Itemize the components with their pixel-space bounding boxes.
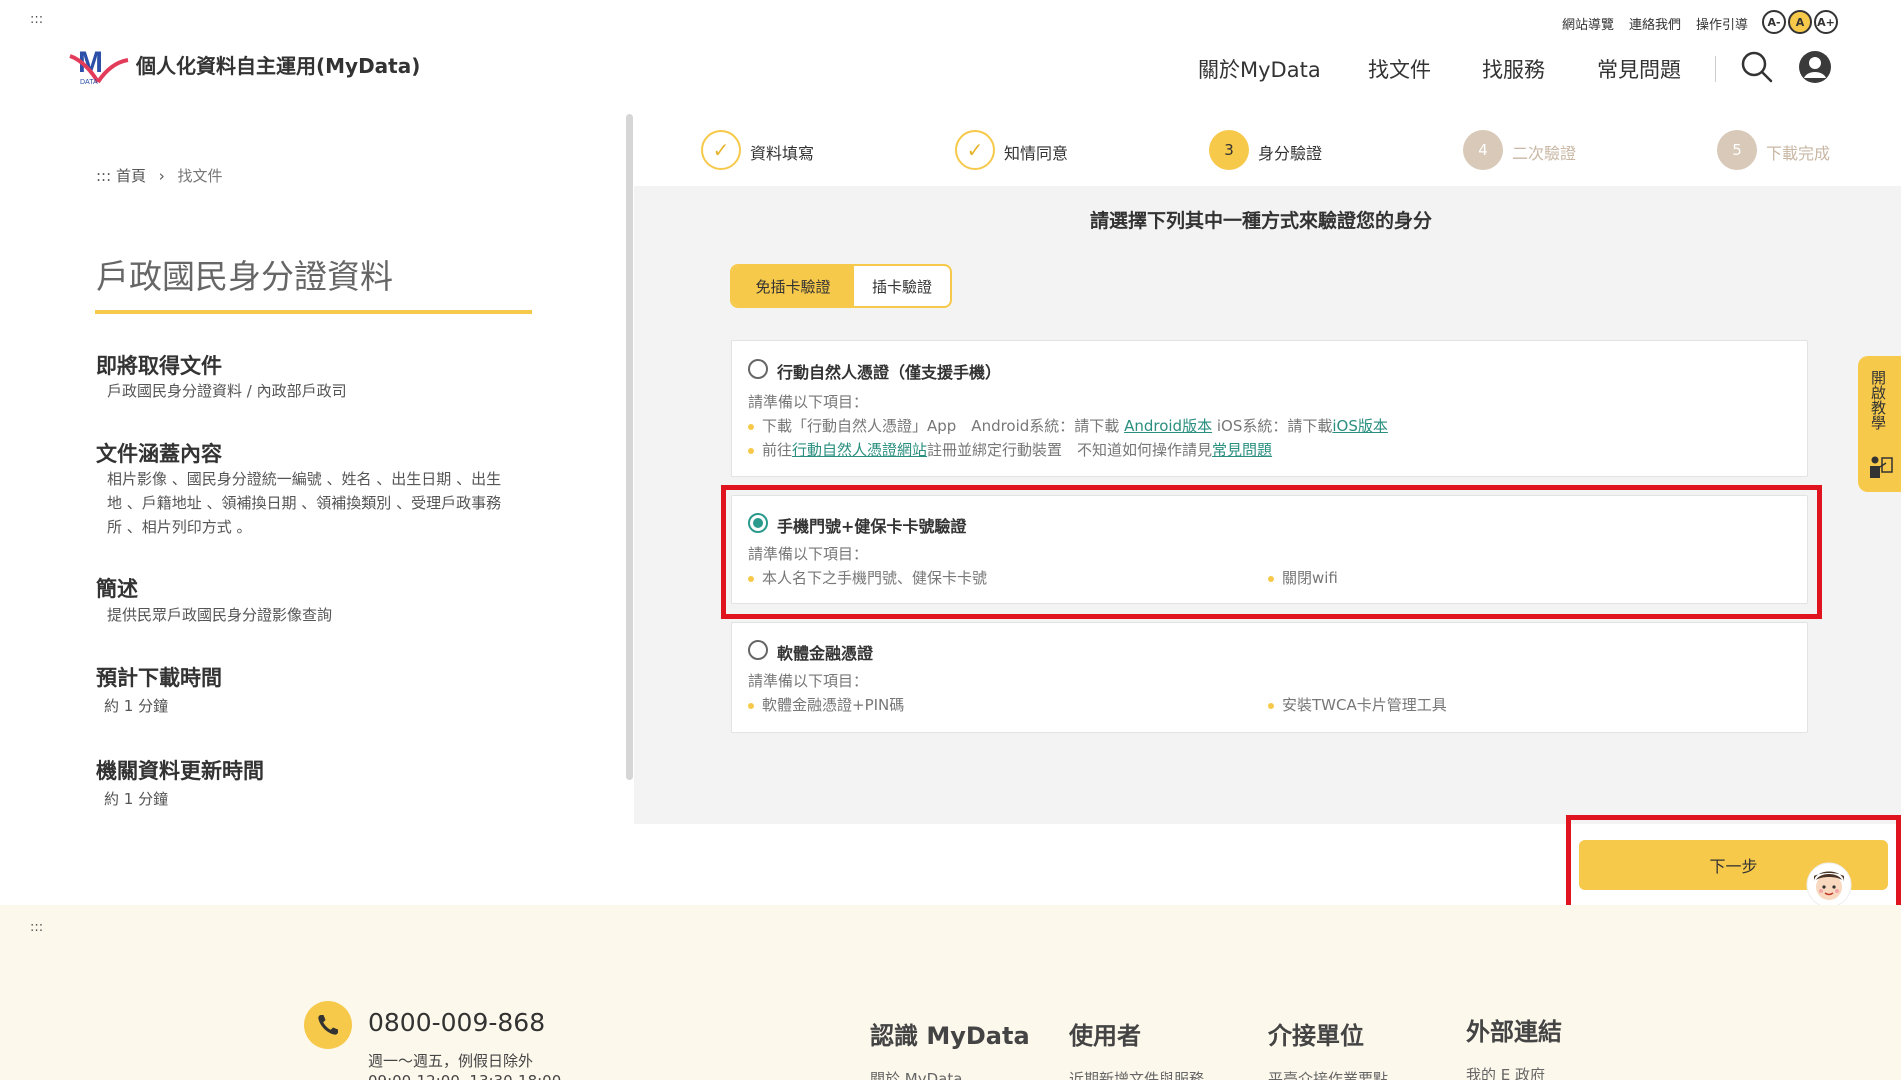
site-title[interactable]: 個人化資料自主運用(MyData): [136, 50, 420, 79]
nav-divider: [1715, 56, 1716, 82]
android-version-link[interactable]: Android版本: [1124, 417, 1212, 435]
step-2-label: 知情同意: [1004, 144, 1069, 163]
open-tutorial-tab[interactable]: 開啟教學: [1858, 356, 1901, 492]
section-heading-contents: 文件涵蓋內容: [96, 442, 222, 466]
section-text-contents-2: 地 、戶籍地址 、領補換日期 、領補換類別 、受理戶政事務: [107, 494, 502, 512]
site-logo[interactable]: M DATA: [68, 42, 130, 86]
section-text-documents: 戶政國民身分證資料 / 內政部戶政司: [107, 382, 347, 400]
footer: [0, 905, 1901, 1080]
footer-service-hours: 週一～週五，例假日除外: [368, 1052, 534, 1070]
step-4-label: 二次驗證: [1512, 144, 1577, 163]
font-size-small-button[interactable]: A-: [1762, 10, 1786, 34]
util-link-guide[interactable]: 操作引導: [1696, 14, 1748, 33]
method-card-mobile-citizen-cert[interactable]: 行動自然人憑證（僅支援手機） 請準備以下項目： 下載「行動自然人憑證」App A…: [731, 340, 1808, 477]
util-link-contact[interactable]: 連絡我們: [1629, 14, 1681, 33]
method-card-software-cert[interactable]: 軟體金融憑證 請準備以下項目： 軟體金融憑證+PIN碼 安裝TWCA卡片管理工具: [731, 622, 1808, 733]
method-1-radio[interactable]: [748, 359, 768, 379]
section-heading-download-time: 預計下載時間: [96, 666, 222, 690]
verify-instruction: 請選擇下列其中一種方式來驗證您的身分: [1090, 210, 1433, 232]
method-3-title: 軟體金融憑證: [777, 644, 874, 663]
step-3-number: 3: [1209, 130, 1249, 170]
breadcrumb-home[interactable]: 首頁: [116, 167, 146, 185]
tab-no-card[interactable]: 免插卡驗證: [732, 266, 854, 306]
search-button[interactable]: [1740, 50, 1774, 84]
method-3-item-2: 安裝TWCA卡片管理工具: [1268, 694, 1447, 715]
font-size-large-button[interactable]: A+: [1814, 10, 1838, 34]
phone-icon: [318, 1015, 338, 1035]
highlight-box-selected-method: [721, 485, 1822, 619]
phone-icon-circle: [304, 1001, 352, 1049]
footer-link-providers[interactable]: 平臺介接作業要點: [1268, 1068, 1388, 1080]
step-4-number: 4: [1463, 130, 1503, 170]
tutorial-teacher-icon: [1870, 456, 1893, 478]
method-3-radio[interactable]: [748, 640, 768, 660]
nav-about[interactable]: 關於MyData: [1198, 54, 1321, 84]
search-icon: [1741, 51, 1773, 83]
method-1-prep-label: 請準備以下項目：: [748, 393, 869, 411]
breadcrumb: ::: 首頁 › 找文件: [96, 165, 223, 186]
footer-phone-number[interactable]: 0800-009-868: [368, 1008, 545, 1037]
skip-marker-top: :::: [30, 12, 44, 27]
ios-version-link[interactable]: iOS版本: [1332, 417, 1388, 435]
step-1-check-icon: ✓: [701, 130, 741, 170]
title-underline: [95, 310, 532, 314]
skip-marker-footer: :::: [30, 920, 44, 935]
footer-link-users[interactable]: 近期新增文件與服務: [1069, 1068, 1204, 1080]
footer-heading-about: 認識 MyData: [870, 1022, 1030, 1050]
left-scrollbar[interactable]: [626, 114, 633, 780]
faq-link[interactable]: 常見問題: [1212, 441, 1272, 459]
footer-link-external[interactable]: 我的 E 政府: [1466, 1064, 1545, 1080]
user-icon: [1799, 51, 1831, 83]
section-text-contents-3: 所 、相片列印方式 。: [107, 518, 252, 536]
method-1-line-1: 下載「行動自然人憑證」App Android系統：請下載 Android版本 i…: [748, 415, 1388, 436]
svg-text:DATA: DATA: [80, 79, 98, 86]
section-heading-documents: 即將取得文件: [96, 354, 222, 378]
tab-insert-card[interactable]: 插卡驗證: [854, 266, 950, 306]
nav-find-documents[interactable]: 找文件: [1368, 54, 1431, 84]
verify-tabs: 免插卡驗證 插卡驗證: [730, 264, 952, 308]
step-1-label: 資料填寫: [750, 144, 815, 163]
section-heading-update-time: 機關資料更新時間: [96, 759, 264, 783]
nav-faq[interactable]: 常見問題: [1597, 54, 1681, 84]
tutorial-tab-label: 開啟教學: [1869, 370, 1887, 430]
section-text-update-time: 約 1 分鐘: [104, 790, 169, 808]
footer-link-about[interactable]: 關於 MyData: [870, 1068, 962, 1080]
footer-heading-users: 使用者: [1069, 1022, 1141, 1050]
section-text-summary: 提供民眾戶政國民身分證影像查詢: [107, 606, 333, 624]
mydata-logo-icon: M DATA: [69, 46, 129, 86]
section-text-download-time: 約 1 分鐘: [104, 697, 169, 715]
util-link-sitemap[interactable]: 網站導覽: [1562, 14, 1614, 33]
nav-find-services[interactable]: 找服務: [1482, 54, 1545, 84]
user-account-button[interactable]: [1798, 50, 1832, 84]
footer-heading-external: 外部連結: [1466, 1018, 1562, 1046]
method-3-prep-label: 請準備以下項目：: [748, 672, 869, 690]
section-heading-summary: 簡述: [96, 577, 138, 601]
method-1-title: 行動自然人憑證（僅支援手機）: [777, 363, 1002, 382]
step-2-check-icon: ✓: [955, 130, 995, 170]
step-5-number: 5: [1717, 130, 1757, 170]
step-3-label: 身分驗證: [1258, 144, 1323, 163]
footer-heading-providers: 介接單位: [1268, 1022, 1364, 1050]
section-text-contents-1: 相片影像 、國民身分證統一編號 、姓名 、出生日期 、出生: [107, 470, 502, 488]
document-title: 戶政國民身分證資料: [96, 257, 393, 296]
footer-service-hours-time: 09:00-12:00, 13:30-18:00: [368, 1072, 561, 1080]
method-1-line-2: 前往行動自然人憑證網站註冊並綁定行動裝置 不知道如何操作請見常見問題: [748, 439, 1272, 460]
step-5-label: 下載完成: [1766, 144, 1831, 163]
breadcrumb-separator: ›: [158, 167, 165, 185]
mobile-cert-website-link[interactable]: 行動自然人憑證網站: [792, 441, 927, 459]
breadcrumb-marker: :::: [96, 167, 112, 185]
method-3-item-1: 軟體金融憑證+PIN碼: [748, 694, 904, 715]
breadcrumb-current: 找文件: [177, 167, 223, 185]
font-size-medium-button[interactable]: A: [1788, 10, 1812, 34]
